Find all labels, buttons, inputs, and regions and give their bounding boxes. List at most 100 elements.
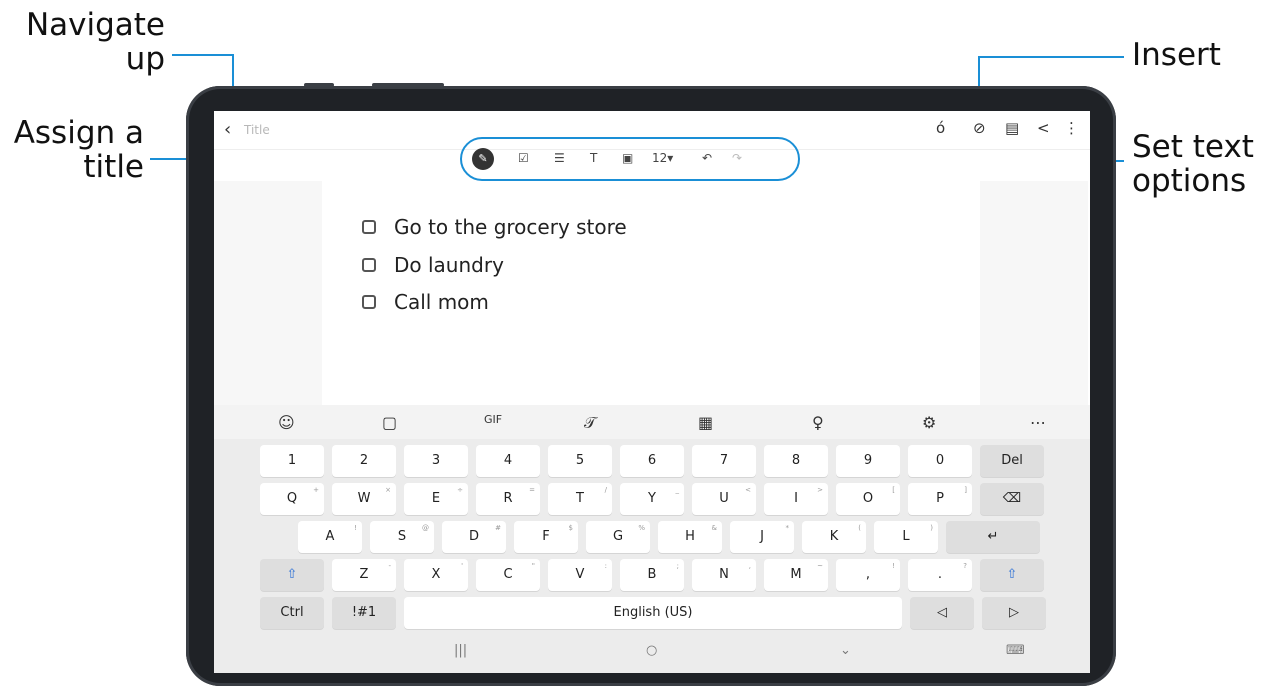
key-secondary-label: ( bbox=[858, 524, 861, 532]
share-icon[interactable]: < bbox=[1037, 119, 1050, 137]
key-1-0[interactable]: Q + bbox=[260, 483, 324, 515]
key-3-6[interactable]: N, bbox=[692, 559, 756, 591]
key-secondary-label: / bbox=[604, 486, 607, 494]
key-label: U bbox=[719, 491, 729, 506]
key-0-9[interactable]: 0 bbox=[908, 445, 972, 477]
microphone-icon[interactable]: ♀ bbox=[812, 413, 824, 432]
navigate-up-button[interactable]: ‹ bbox=[224, 119, 231, 140]
key-0-6[interactable]: 7 bbox=[692, 445, 756, 477]
key-4-0[interactable]: Ctrl bbox=[260, 597, 324, 629]
text-format-icon[interactable]: T bbox=[590, 151, 597, 165]
key-label: B bbox=[647, 567, 657, 582]
title-field[interactable]: Title bbox=[244, 123, 270, 137]
settings-icon[interactable]: ⚙ bbox=[922, 413, 936, 432]
key-0-0[interactable]: 1 bbox=[260, 445, 324, 477]
key-3-10[interactable]: ⇧ bbox=[980, 559, 1044, 591]
leader-line bbox=[978, 56, 1124, 58]
key-label: C bbox=[503, 567, 513, 582]
key-1-10[interactable]: ⌫ bbox=[980, 483, 1044, 515]
checkbox-icon[interactable]: ☑ bbox=[518, 151, 529, 165]
attach-icon[interactable]: ⊘ bbox=[973, 119, 986, 137]
pen-icon[interactable]: ✎ bbox=[472, 148, 494, 170]
key-1-1[interactable]: W × bbox=[332, 483, 396, 515]
key-0-10[interactable]: Del bbox=[980, 445, 1044, 477]
key-2-9[interactable]: ↵ bbox=[946, 521, 1040, 553]
key-2-5[interactable]: H & bbox=[658, 521, 722, 553]
key-secondary-label: # bbox=[495, 524, 501, 532]
more-icon[interactable]: ⋮ bbox=[1064, 119, 1079, 137]
keyboard-switch-button[interactable]: ⌨ bbox=[1006, 643, 1025, 658]
key-1-7[interactable]: I > bbox=[764, 483, 828, 515]
pdf-icon[interactable]: ▤ bbox=[1005, 119, 1019, 137]
key-1-3[interactable]: R = bbox=[476, 483, 540, 515]
key-0-1[interactable]: 2 bbox=[332, 445, 396, 477]
key-4-3[interactable]: ◁ bbox=[910, 597, 974, 629]
checklist-item[interactable]: Call mom bbox=[362, 290, 489, 314]
key-2-6[interactable]: J * bbox=[730, 521, 794, 553]
key-1-8[interactable]: O[ bbox=[836, 483, 900, 515]
key-3-3[interactable]: C " bbox=[476, 559, 540, 591]
key-label: Q bbox=[286, 491, 298, 506]
key-1-9[interactable]: P] bbox=[908, 483, 972, 515]
emoji-icon[interactable]: ☺ bbox=[278, 413, 295, 432]
key-3-9[interactable]: .? bbox=[908, 559, 972, 591]
sticker-icon[interactable]: ▢ bbox=[382, 413, 397, 432]
key-label: W bbox=[357, 491, 371, 506]
home-button[interactable]: ○ bbox=[646, 643, 657, 658]
key-3-7[interactable]: M ~ bbox=[764, 559, 828, 591]
key-1-2[interactable]: E ÷ bbox=[404, 483, 468, 515]
key-secondary-label: ÷ bbox=[457, 486, 463, 494]
checkbox-icon[interactable] bbox=[362, 294, 376, 309]
checklist-item[interactable]: Go to the grocery store bbox=[362, 215, 627, 239]
key-0-7[interactable]: 8 bbox=[764, 445, 828, 477]
key-secondary-label: : bbox=[604, 562, 607, 570]
note-body[interactable]: Go to the grocery store Do laundry Call … bbox=[322, 181, 980, 405]
key-2-0[interactable]: A! bbox=[298, 521, 362, 553]
volume-button bbox=[304, 83, 334, 87]
key-2-3[interactable]: F $ bbox=[514, 521, 578, 553]
checkbox-icon[interactable] bbox=[362, 257, 376, 272]
key-0-2[interactable]: 3 bbox=[404, 445, 468, 477]
redo-icon[interactable]: ↷ bbox=[732, 151, 742, 165]
key-label: Y bbox=[648, 491, 656, 506]
back-button[interactable]: ⌄ bbox=[840, 643, 851, 658]
key-label: 3 bbox=[431, 453, 441, 468]
key-3-5[interactable]: B; bbox=[620, 559, 684, 591]
key-2-4[interactable]: G% bbox=[586, 521, 650, 553]
key-3-0[interactable]: ⇧ bbox=[260, 559, 324, 591]
key-label: 5 bbox=[575, 453, 585, 468]
key-2-8[interactable]: L) bbox=[874, 521, 938, 553]
key-secondary-label: & bbox=[711, 524, 717, 532]
checklist-item[interactable]: Do laundry bbox=[362, 253, 504, 277]
key-4-1[interactable]: !#1 bbox=[332, 597, 396, 629]
font-size-selector[interactable]: 12▾ bbox=[652, 151, 673, 165]
undo-icon[interactable]: ↶ bbox=[702, 151, 712, 165]
key-1-4[interactable]: T / bbox=[548, 483, 612, 515]
key-2-1[interactable]: S @ bbox=[370, 521, 434, 553]
handwriting-icon[interactable]: ό bbox=[936, 119, 945, 137]
gif-icon[interactable]: GIF bbox=[484, 413, 502, 426]
recent-apps-button[interactable]: ||| bbox=[454, 643, 467, 658]
key-1-5[interactable]: Y _ bbox=[620, 483, 684, 515]
handwriting-icon[interactable]: 𝒯 bbox=[584, 413, 596, 433]
text-align-icon[interactable]: ▣ bbox=[622, 151, 633, 165]
key-secondary-label: < bbox=[745, 486, 751, 494]
key-3-8[interactable]: ,! bbox=[836, 559, 900, 591]
checkbox-icon[interactable] bbox=[362, 219, 376, 234]
key-0-4[interactable]: 5 bbox=[548, 445, 612, 477]
key-2-7[interactable]: K( bbox=[802, 521, 866, 553]
key-3-4[interactable]: V: bbox=[548, 559, 612, 591]
key-4-4[interactable]: ▷ bbox=[982, 597, 1046, 629]
text-style-icon[interactable]: ☰ bbox=[554, 151, 565, 165]
key-label: ▷ bbox=[1009, 605, 1019, 620]
key-0-8[interactable]: 9 bbox=[836, 445, 900, 477]
key-4-2[interactable]: English (US) bbox=[404, 597, 902, 629]
more-icon[interactable]: ⋯ bbox=[1030, 413, 1046, 432]
key-2-2[interactable]: D # bbox=[442, 521, 506, 553]
key-1-6[interactable]: U < bbox=[692, 483, 756, 515]
key-3-2[interactable]: X ' bbox=[404, 559, 468, 591]
key-0-3[interactable]: 4 bbox=[476, 445, 540, 477]
key-3-1[interactable]: Z- bbox=[332, 559, 396, 591]
keyboard-mode-icon[interactable]: ▦ bbox=[698, 413, 713, 432]
key-0-5[interactable]: 6 bbox=[620, 445, 684, 477]
